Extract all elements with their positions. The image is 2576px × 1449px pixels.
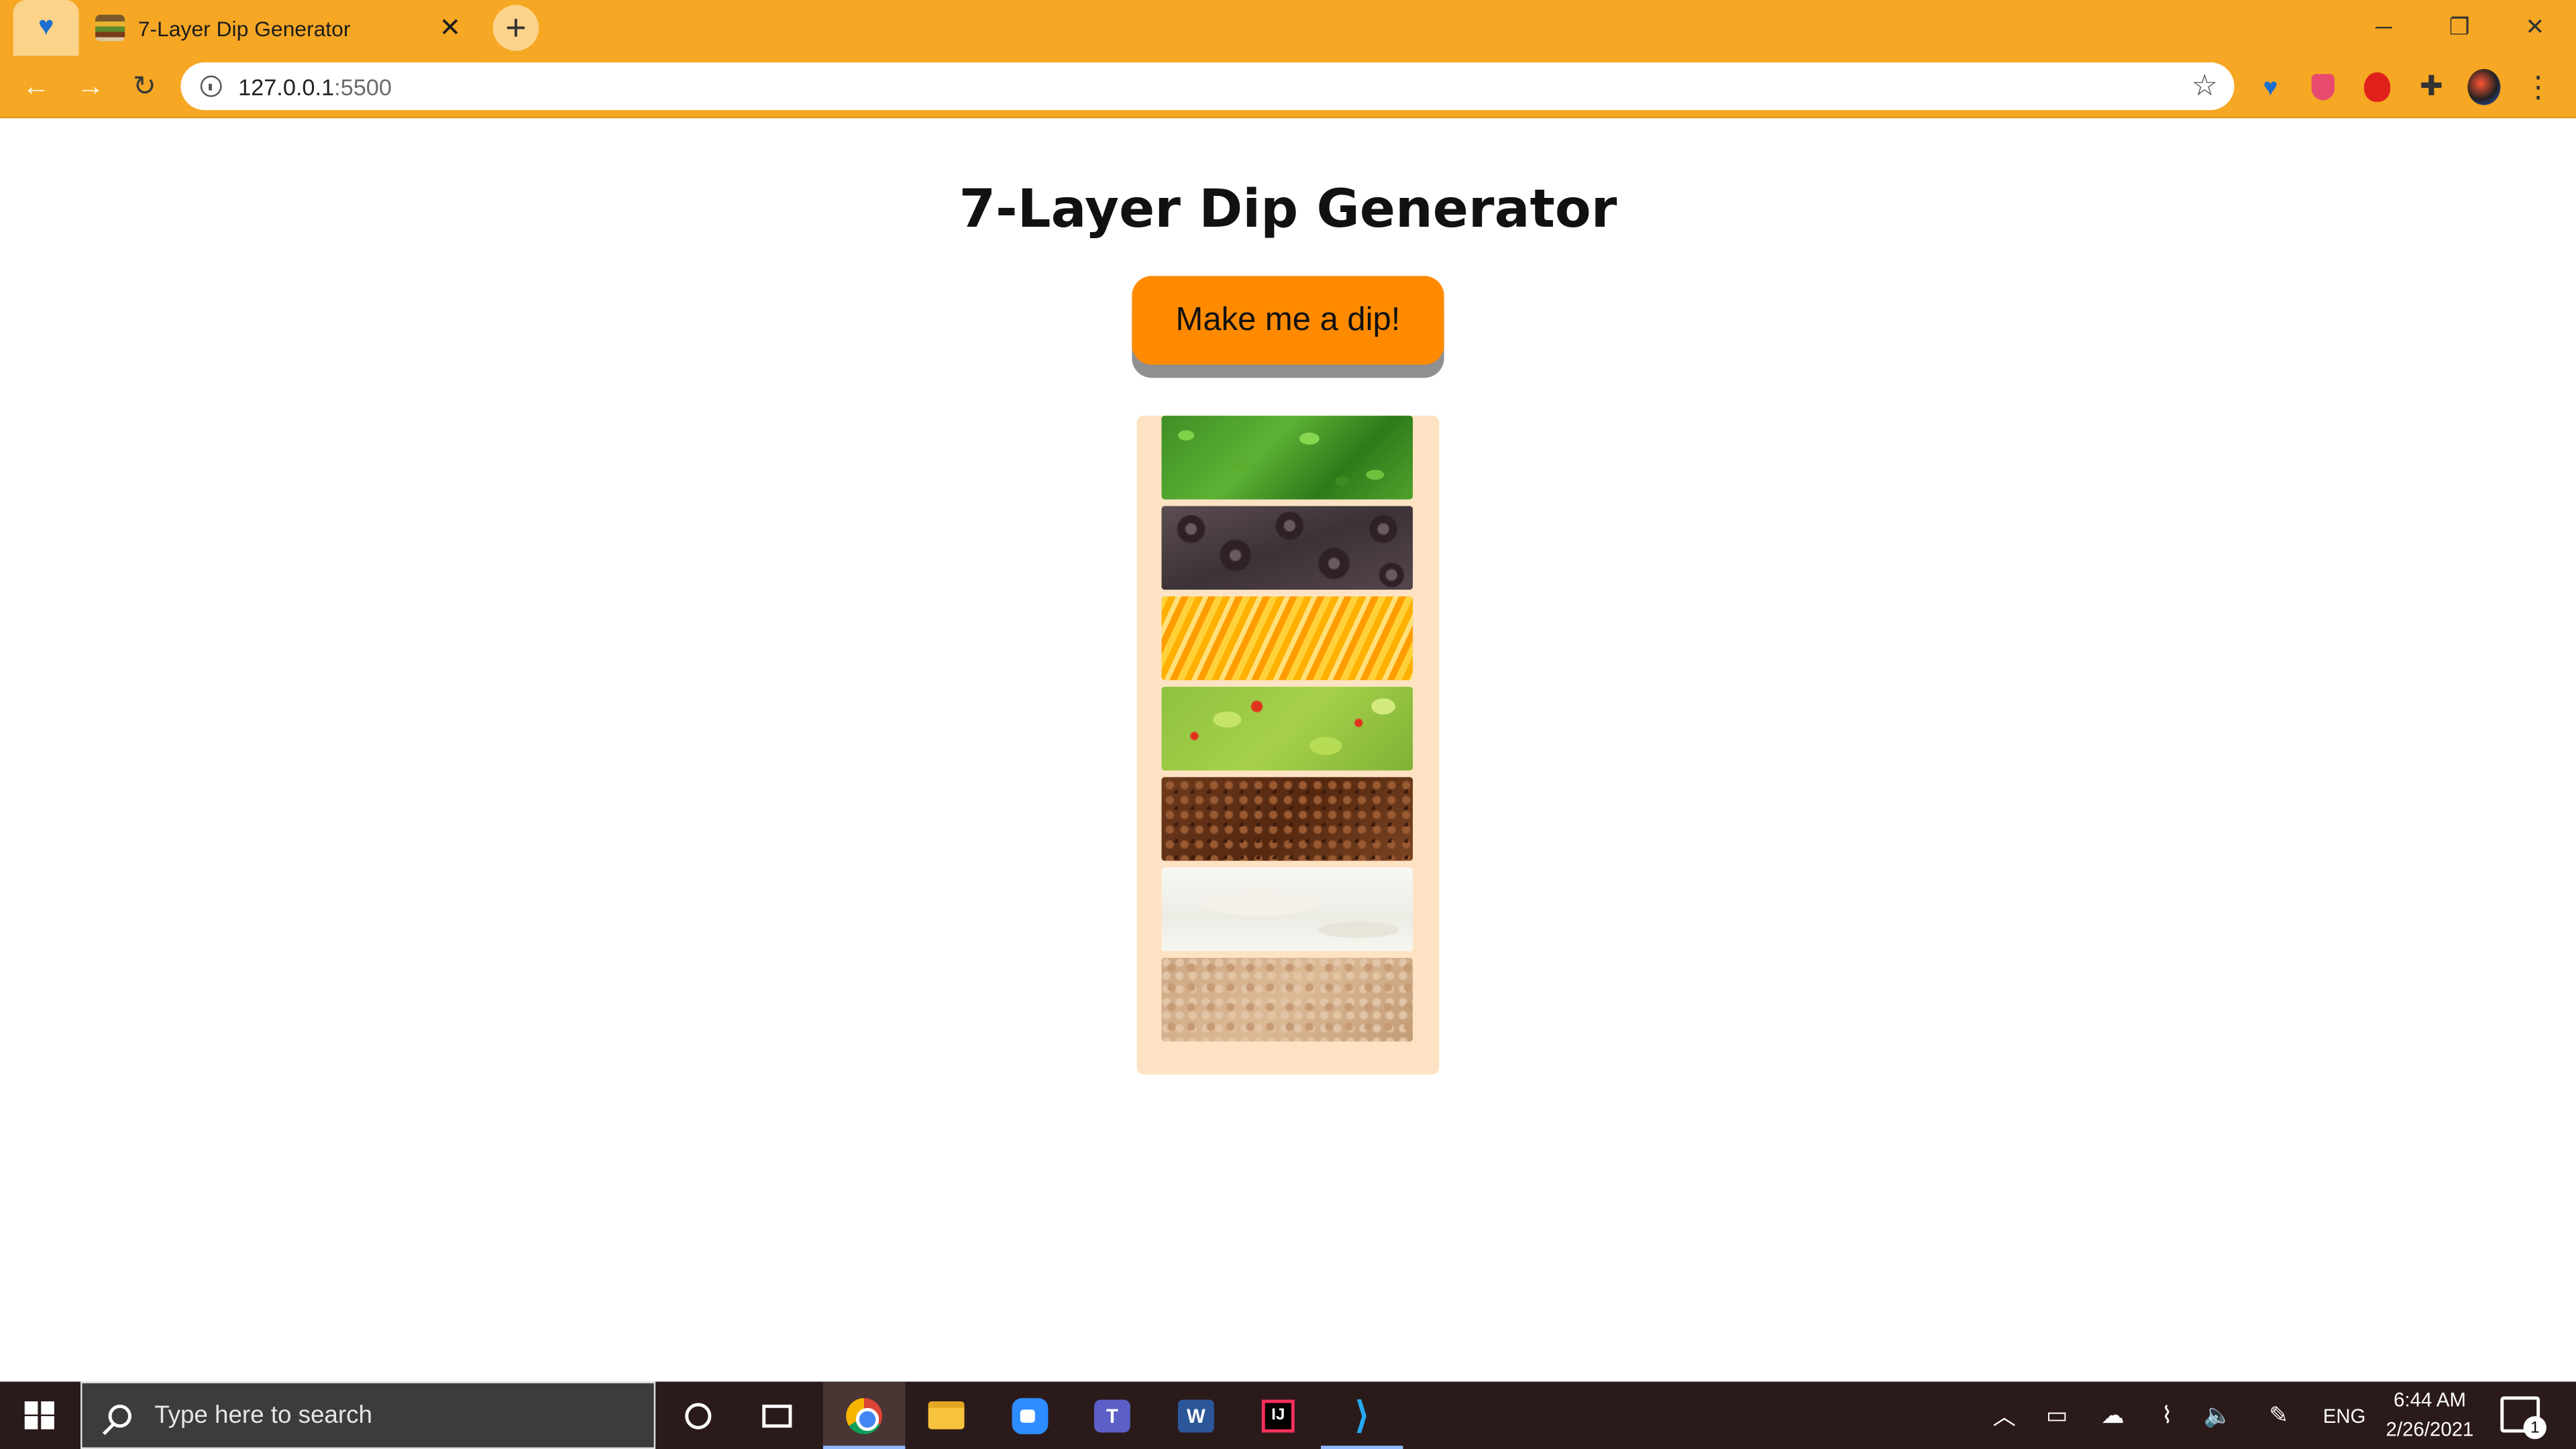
file-explorer-button[interactable]	[905, 1382, 987, 1449]
taskbar-search[interactable]: Type here to search	[80, 1381, 656, 1449]
task-view-button[interactable]	[736, 1382, 818, 1449]
forward-arrow-icon[interactable]: →	[69, 66, 112, 109]
heart-extension-icon[interactable]: ♥	[2254, 70, 2287, 103]
windows-taskbar: Type here to search T W IJ ⟩ ︿ ▭ ☁ ⌇ 🔈 ✎…	[0, 1381, 2576, 1449]
layer-guacamole-image	[1161, 686, 1413, 771]
back-arrow-icon[interactable]: ←	[15, 66, 58, 109]
clock-date: 2/26/2021	[2385, 1417, 2474, 1441]
page-content: 7-Layer Dip Generator Make me a dip!	[0, 118, 2576, 1382]
windows-logo-icon	[25, 1401, 54, 1430]
zoom-button[interactable]	[989, 1382, 1071, 1449]
layer-sour-cream-image	[1161, 867, 1413, 951]
minimize-button[interactable]: ─	[2346, 7, 2422, 46]
pen-icon[interactable]: ✎	[2259, 1382, 2298, 1449]
address-bar[interactable]: 127.0.0.1:5500 ☆	[180, 62, 2235, 111]
layer-beans-image	[1161, 957, 1413, 1042]
restore-button[interactable]: ❐	[2422, 7, 2498, 46]
reload-icon[interactable]: ↻	[123, 66, 166, 109]
teams-icon: T	[1094, 1399, 1130, 1432]
language-indicator[interactable]: ENG	[2316, 1382, 2372, 1449]
folder-icon	[928, 1401, 965, 1430]
word-button[interactable]: W	[1155, 1382, 1237, 1449]
dip-favicon-icon	[95, 15, 125, 42]
puzzle-extensions-icon[interactable]: ✚	[2415, 70, 2448, 103]
task-view-icon	[762, 1403, 792, 1427]
clock[interactable]: 6:44 AM 2/26/2021	[2372, 1385, 2487, 1446]
clock-time: 6:44 AM	[2394, 1388, 2466, 1411]
layer-olives-image	[1161, 506, 1413, 590]
new-tab-button[interactable]: +	[492, 5, 539, 51]
menu-dots-icon[interactable]: ⋮	[2522, 70, 2555, 103]
browser-tab-bar: ♥ 7-Layer Dip Generator ✕ + ─ ❐ ✕	[0, 0, 2576, 56]
layer-cheese-image	[1161, 596, 1413, 680]
tab-7-layer-dip[interactable]: 7-Layer Dip Generator ✕	[78, 0, 480, 56]
star-icon[interactable]: ☆	[2192, 69, 2218, 103]
dip-container	[1136, 415, 1440, 1075]
tab-close-icon[interactable]: ✕	[431, 11, 470, 44]
chevron-up-icon[interactable]: ︿	[1984, 1382, 2024, 1449]
notification-icon[interactable]: 1	[2500, 1396, 2546, 1440]
chrome-taskbar-button[interactable]	[822, 1381, 906, 1449]
notification-count: 1	[2523, 1416, 2546, 1440]
wifi-icon[interactable]: ⌇	[2147, 1382, 2187, 1449]
vscode-button[interactable]: ⟩	[1320, 1382, 1403, 1449]
url-text[interactable]: 127.0.0.1:5500	[238, 73, 2191, 99]
pinned-tab[interactable]: ♥	[13, 0, 79, 56]
cortana-button[interactable]	[657, 1382, 739, 1449]
cloud-icon[interactable]: ☁	[2093, 1382, 2133, 1449]
profile-avatar[interactable]	[2467, 68, 2501, 105]
shield-extension-icon[interactable]	[2306, 70, 2339, 103]
cortana-icon	[685, 1402, 712, 1429]
heart-extension-icon: ♥	[38, 13, 54, 42]
volume-icon[interactable]: 🔈	[2198, 1382, 2238, 1449]
tab-title: 7-Layer Dip Generator	[138, 15, 351, 41]
vscode-icon: ⟩	[1354, 1393, 1369, 1436]
browser-toolbar: ← → ↻ 127.0.0.1:5500 ☆ ♥ ✚ ⋮	[0, 56, 2576, 119]
start-button[interactable]	[0, 1382, 79, 1449]
stop-extension-icon[interactable]	[2361, 70, 2394, 103]
zoom-icon	[1012, 1397, 1049, 1434]
page-title: 7-Layer Dip Generator	[959, 177, 1617, 240]
intellij-button[interactable]: IJ	[1237, 1382, 1319, 1449]
close-window-button[interactable]: ✕	[2497, 7, 2573, 46]
battery-icon[interactable]: ▭	[2037, 1382, 2077, 1449]
teams-button[interactable]: T	[1071, 1382, 1153, 1449]
layer-cilantro-image	[1161, 415, 1413, 500]
layer-beef-image	[1161, 777, 1413, 861]
chrome-icon	[846, 1397, 883, 1434]
search-icon	[108, 1403, 131, 1427]
search-placeholder: Type here to search	[154, 1401, 372, 1430]
word-icon: W	[1177, 1399, 1214, 1432]
site-info-icon[interactable]	[200, 75, 222, 97]
make-dip-button[interactable]: Make me a dip!	[1132, 276, 1444, 365]
intellij-icon: IJ	[1261, 1399, 1295, 1432]
